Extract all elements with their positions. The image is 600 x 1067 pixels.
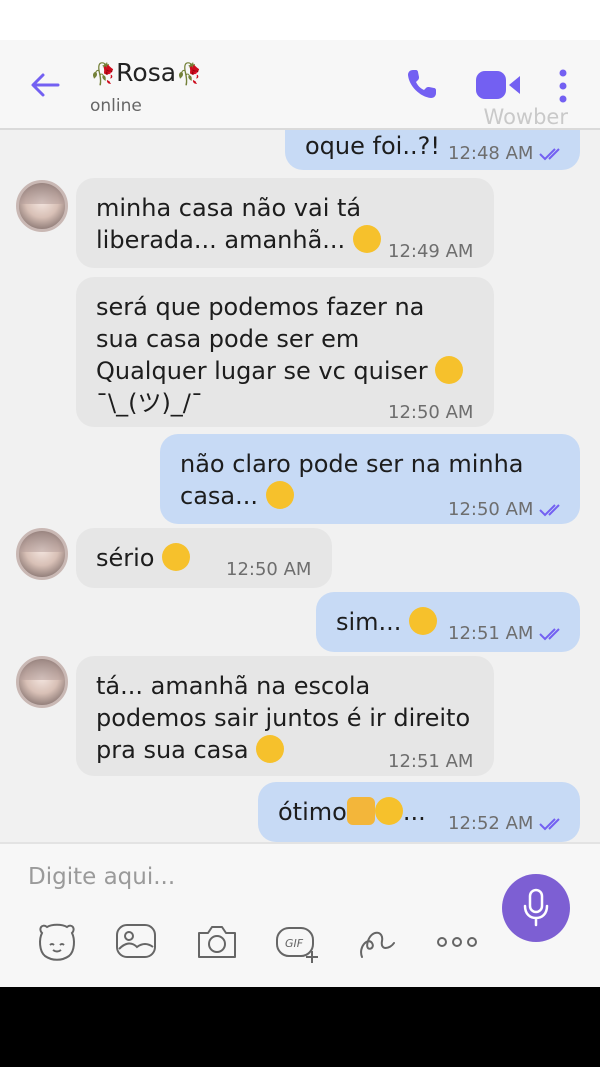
message-bubble-outgoing[interactable]: não claro pode ser na minha casa... 12:5… xyxy=(160,434,580,524)
contact-name-row[interactable]: 🥀Rosa🥀 xyxy=(90,58,202,87)
read-ticks-icon xyxy=(539,504,561,517)
surprised-face-icon xyxy=(162,543,191,571)
doodle-icon[interactable] xyxy=(354,919,400,965)
smiling-face-icon xyxy=(256,735,285,763)
grinning-face-icon xyxy=(409,607,438,635)
message-composer: Digite aqui... GIF xyxy=(0,842,600,987)
message-time: 12:48 AM xyxy=(448,138,565,170)
anguished-face-icon xyxy=(352,225,381,253)
message-time: 12:52 AM xyxy=(448,808,565,840)
message-bubble-incoming[interactable]: minha casa não vai tá liberada... amanhã… xyxy=(76,178,494,268)
message-bubble-outgoing[interactable]: sim... 12:51 AM xyxy=(316,592,580,652)
svg-text:GIF: GIF xyxy=(285,937,304,950)
message-time: 12:51 AM xyxy=(388,751,474,772)
anguished-face-icon xyxy=(435,356,464,384)
message-text: oque foi..?! xyxy=(305,132,440,160)
image-icon[interactable] xyxy=(113,919,159,965)
system-navigation-bar xyxy=(0,987,600,1067)
rose-icon: 🥀 xyxy=(176,62,203,86)
message-time: 12:50 AM xyxy=(448,494,565,526)
camera-icon[interactable] xyxy=(194,919,240,965)
message-time: 12:51 AM xyxy=(448,618,565,650)
message-bubble-outgoing[interactable]: ótimo... 12:52 AM xyxy=(258,782,580,842)
read-ticks-icon xyxy=(539,818,561,831)
message-list[interactable]: oque foi..?! 12:48 AM minha casa não vai… xyxy=(0,130,600,842)
message-bubble-incoming[interactable]: será que podemos fazer na sua casa pode … xyxy=(76,277,494,427)
more-options-icon[interactable] xyxy=(556,68,570,104)
thumbs-up-icon xyxy=(346,797,375,825)
back-arrow-icon[interactable] xyxy=(28,68,62,102)
message-bubble-incoming[interactable]: tá... amanhã na escola podemos sair junt… xyxy=(76,656,494,776)
gif-icon[interactable]: GIF xyxy=(274,919,320,965)
more-icon[interactable] xyxy=(434,919,480,965)
read-ticks-icon xyxy=(539,148,561,161)
avatar[interactable] xyxy=(16,528,68,580)
avatar[interactable] xyxy=(16,180,68,232)
video-call-icon[interactable] xyxy=(476,70,522,100)
message-time: 12:49 AM xyxy=(388,241,474,262)
message-time: 12:50 AM xyxy=(388,402,474,423)
message-input[interactable]: Digite aqui... xyxy=(28,864,175,890)
status-bar xyxy=(0,0,600,40)
avatar[interactable] xyxy=(16,656,68,708)
voice-message-button[interactable] xyxy=(502,874,570,942)
message-time: 12:50 AM xyxy=(226,559,312,580)
microphone-icon xyxy=(523,888,549,927)
phone-icon[interactable] xyxy=(404,66,440,102)
message-bubble-outgoing[interactable]: oque foi..?! 12:48 AM xyxy=(285,130,580,170)
sticker-icon[interactable] xyxy=(34,919,80,965)
contact-name: Rosa xyxy=(116,58,177,87)
watermark: Wowber xyxy=(483,105,568,129)
chat-screen: 🥀Rosa🥀 online Wowber oque foi..?! 12:48 … xyxy=(0,0,600,987)
grinning-face-icon xyxy=(374,797,403,825)
grinning-face-icon xyxy=(265,481,294,509)
read-ticks-icon xyxy=(539,628,561,641)
contact-status: online xyxy=(90,96,142,116)
chat-header: 🥀Rosa🥀 online Wowber xyxy=(0,40,600,130)
message-bubble-incoming[interactable]: sério 12:50 AM xyxy=(76,528,332,588)
rose-icon: 🥀 xyxy=(90,62,117,86)
